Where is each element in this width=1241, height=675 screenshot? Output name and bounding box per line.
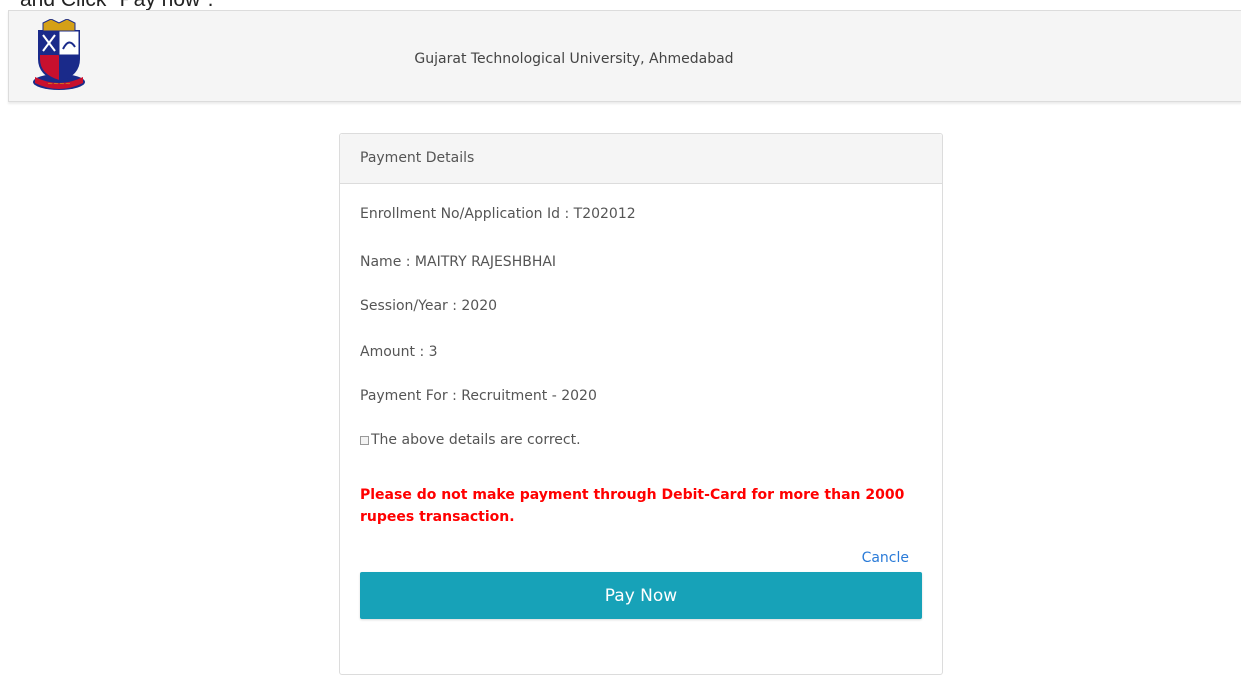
university-title: Gujarat Technological University, Ahmeda… [414, 51, 734, 67]
confirm-label: The above details are correct. [371, 432, 581, 448]
enrollment-row: Enrollment No/Application Id : T202012 [360, 206, 636, 222]
payment-for-row: Payment For : Recruitment - 2020 [360, 388, 597, 404]
svg-text:~~~~: ~~~~ [47, 80, 71, 88]
pay-now-button[interactable]: Pay Now [360, 572, 922, 619]
panel-header: Payment Details [340, 134, 942, 184]
debit-card-warning: Please do not make payment through Debit… [360, 487, 905, 525]
site-header: ~~~~ Gujarat Technological University, A… [8, 10, 1241, 102]
confirm-row: The above details are correct. [360, 432, 581, 448]
name-row: Name : MAITRY RAJESHBHAI [360, 254, 557, 270]
payment-panel: Payment Details Enrollment No/Applicatio… [339, 133, 943, 675]
panel-title: Payment Details [360, 150, 475, 166]
session-row: Session/Year : 2020 [360, 298, 498, 314]
amount-row: Amount : 3 [360, 344, 438, 360]
cancel-link[interactable]: Cancle [862, 550, 909, 566]
confirm-checkbox[interactable] [360, 435, 369, 445]
